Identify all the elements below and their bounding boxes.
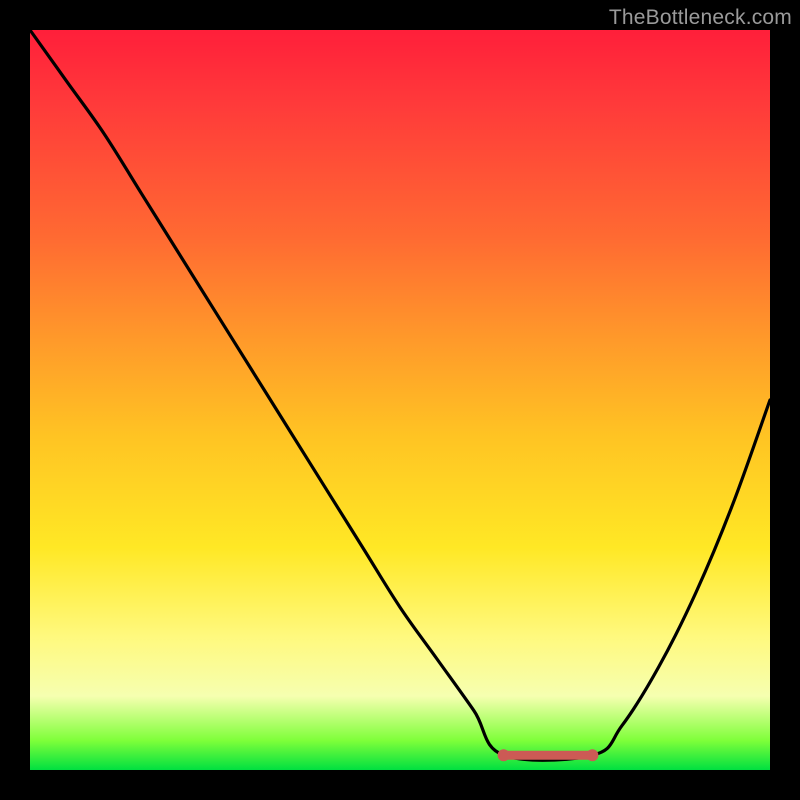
plot-area bbox=[30, 30, 770, 770]
chart-frame: TheBottleneck.com bbox=[0, 0, 800, 800]
watermark-text: TheBottleneck.com bbox=[609, 6, 792, 30]
flat-segment-start-dot bbox=[498, 749, 510, 761]
curve-path bbox=[30, 30, 770, 760]
bottleneck-curve bbox=[30, 30, 770, 770]
flat-segment-end-dot bbox=[586, 749, 598, 761]
